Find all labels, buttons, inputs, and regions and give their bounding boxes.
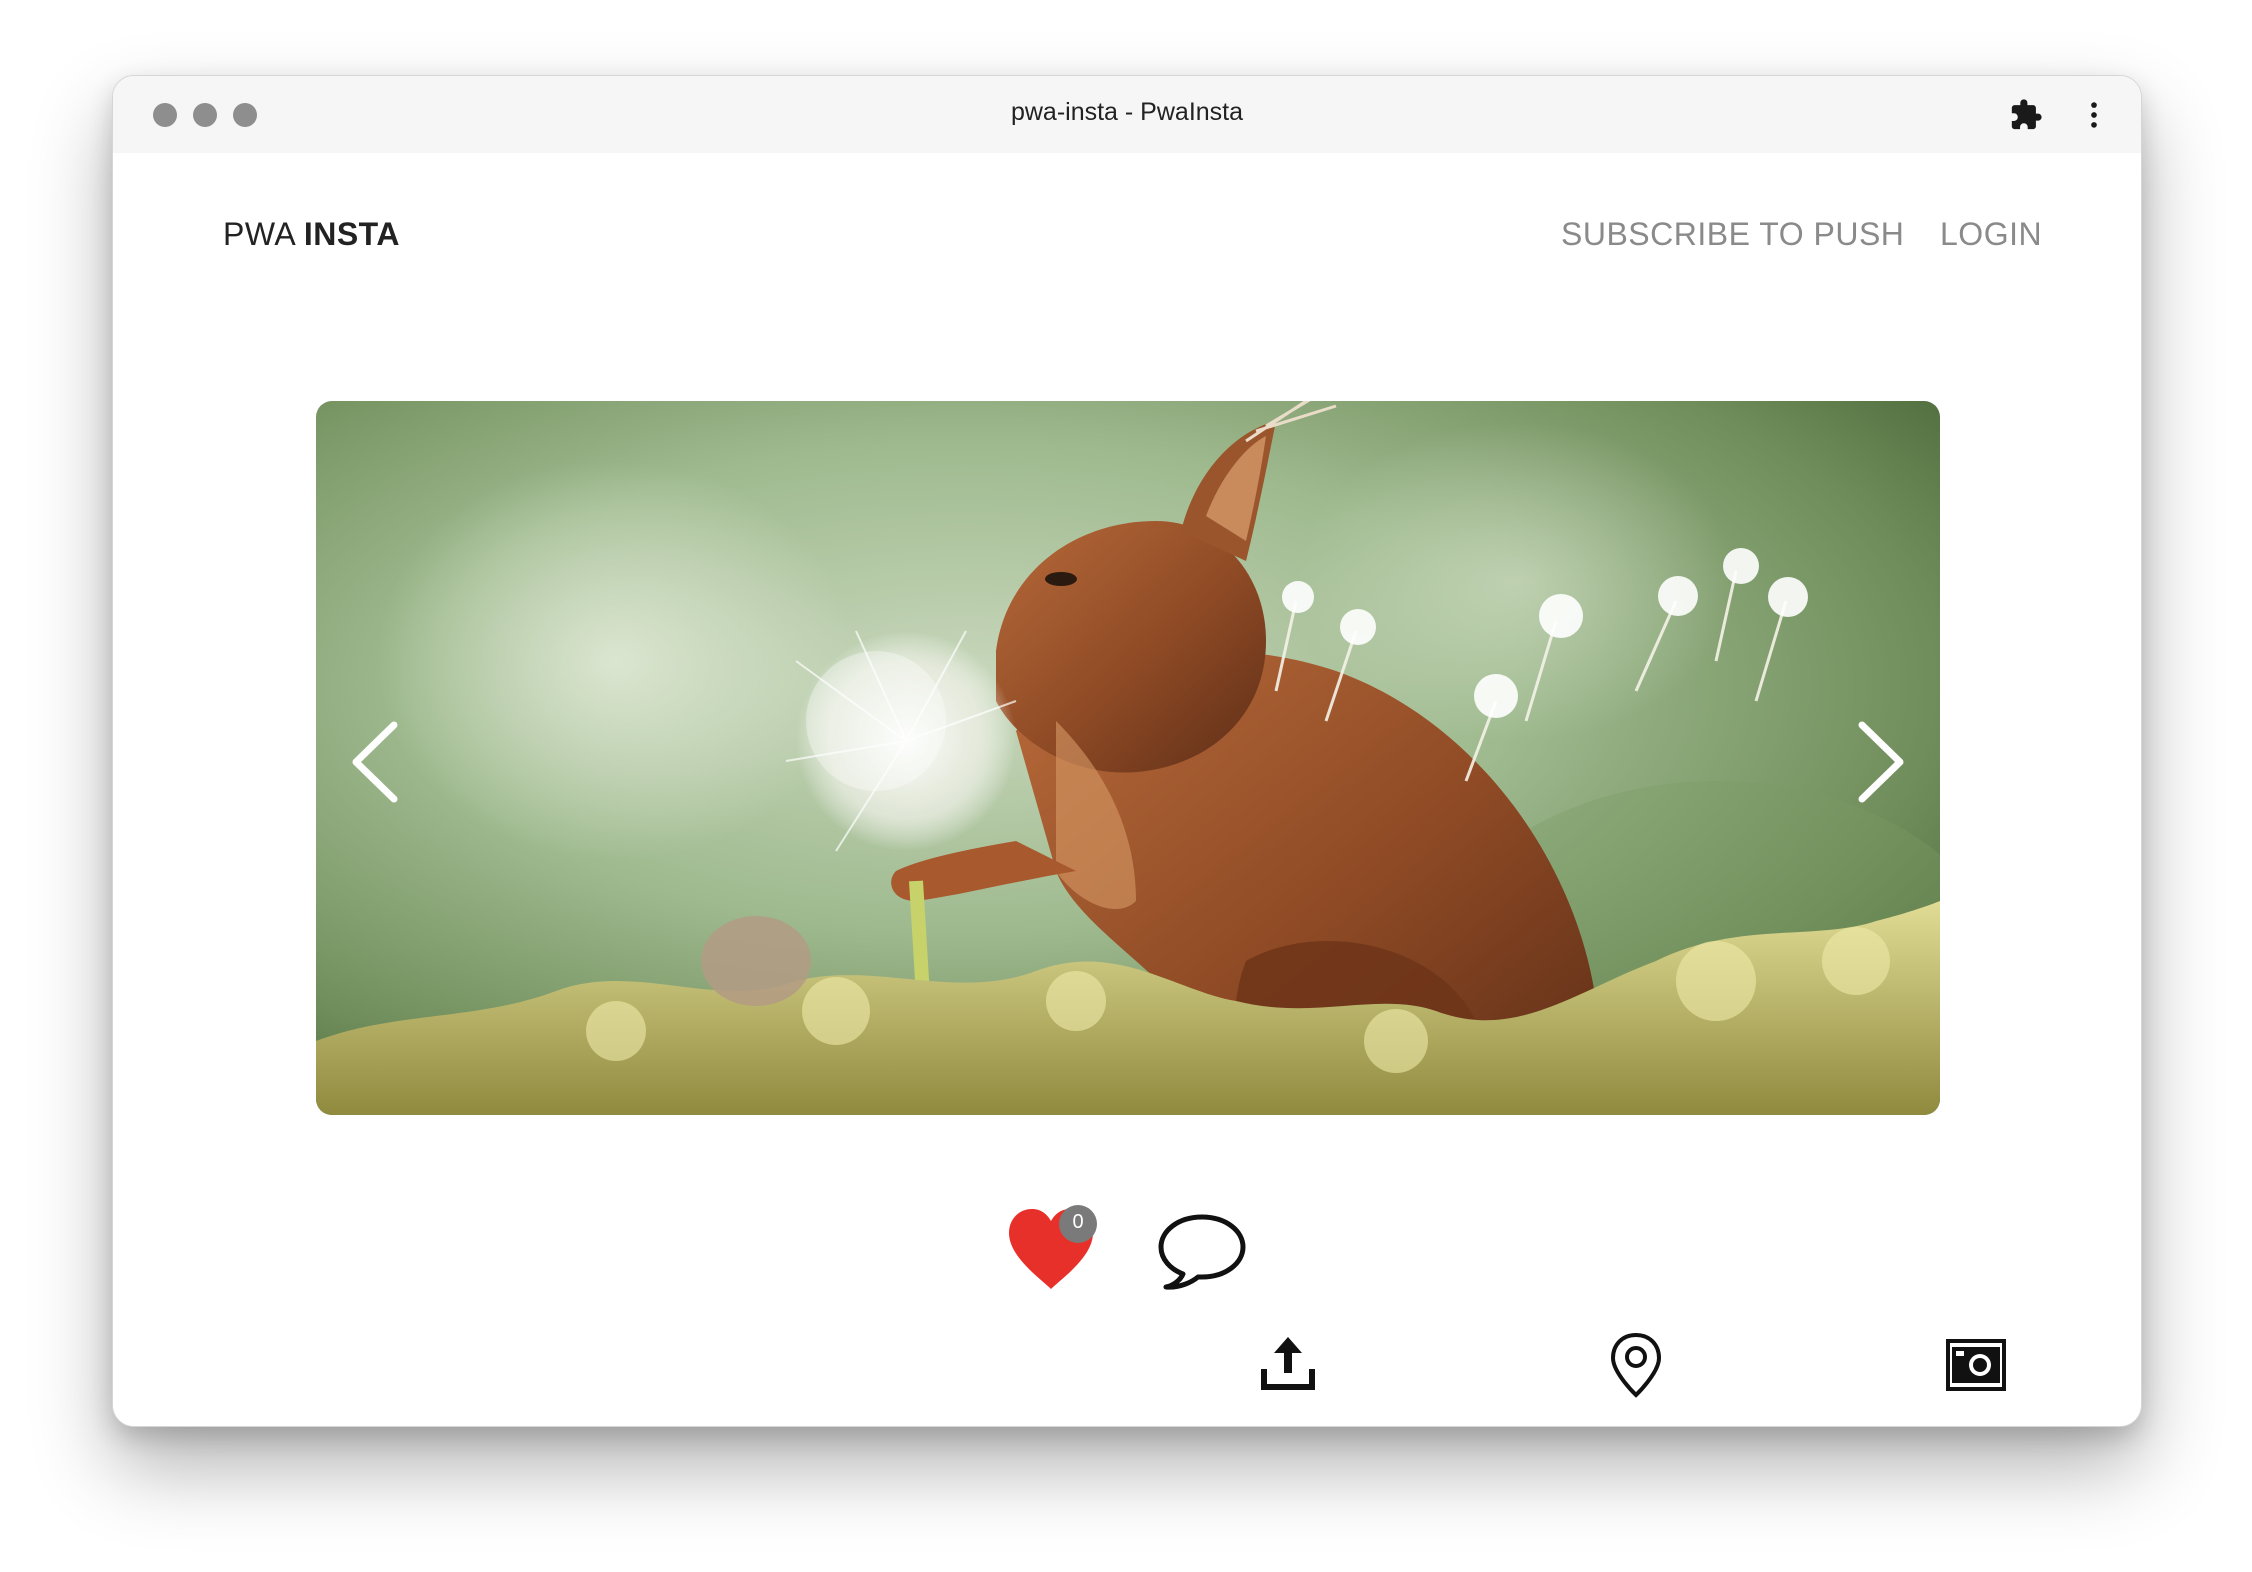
chevron-left-icon[interactable] [346,717,406,807]
image-carousel [316,401,1940,1115]
like-count-badge: 0 [1059,1205,1097,1243]
title-bar: pwa-insta - PwaInsta [113,76,2141,153]
speech-bubble-icon[interactable] [1156,1211,1248,1291]
brand-light-text: PWA [223,216,295,252]
camera-icon[interactable] [1944,1333,2008,1397]
screen: pwa-insta - PwaInsta PWA INSTA SUBSCRIBE… [0,0,2252,1572]
brand-logo[interactable]: PWA INSTA [223,216,400,253]
subscribe-push-link[interactable]: SUBSCRIBE TO PUSH [1561,216,1904,253]
browser-window: pwa-insta - PwaInsta PWA INSTA SUBSCRIBE… [112,75,2142,1427]
login-link[interactable]: LOGIN [1940,216,2042,253]
puzzle-extension-icon[interactable] [2009,98,2043,132]
chevron-right-icon[interactable] [1850,717,1910,807]
upload-icon[interactable] [1256,1331,1320,1395]
map-pin-icon[interactable] [1604,1328,1668,1398]
post-photo [316,401,1940,1115]
brand-bold-text: INSTA [303,216,400,252]
window-title: pwa-insta - PwaInsta [1010,98,1244,126]
more-vertical-icon[interactable] [2077,98,2111,132]
